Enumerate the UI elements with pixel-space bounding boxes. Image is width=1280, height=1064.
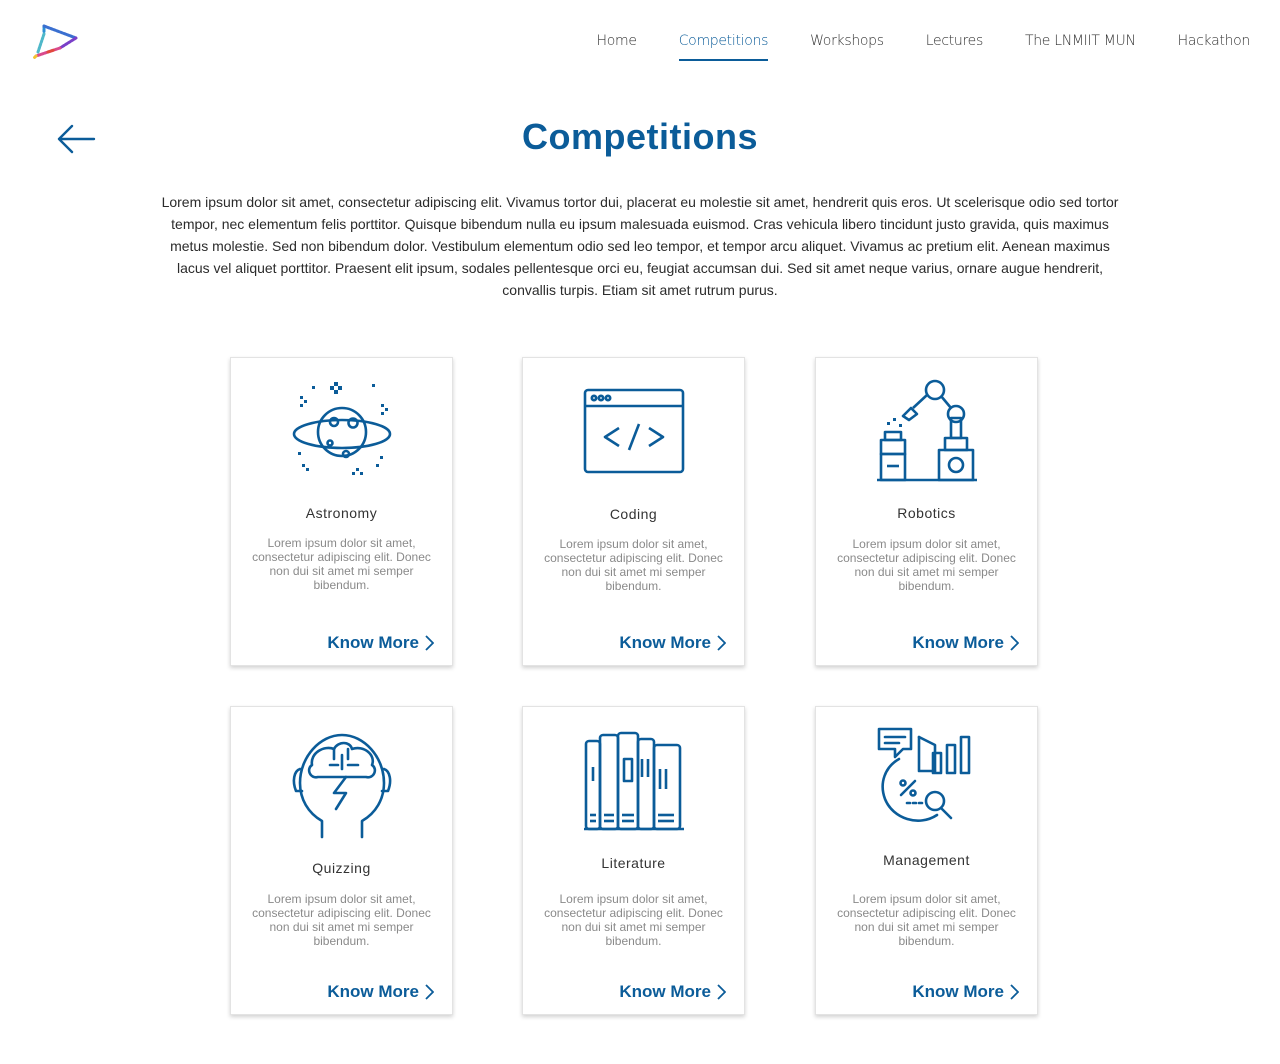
nav-competitions[interactable]: Competitions: [658, 30, 789, 61]
card-title: Management: [883, 852, 970, 868]
nav-home[interactable]: Home: [576, 30, 658, 61]
know-more-label: Know More: [327, 633, 419, 652]
chevron-right-icon: [1010, 984, 1019, 1000]
card-astronomy[interactable]: Astronomy Lorem ipsum dolor sit amet, co…: [230, 357, 453, 666]
card-description: Lorem ipsum dolor sit amet, consectetur …: [837, 892, 1016, 948]
site-logo[interactable]: [30, 22, 82, 60]
books-icon: [583, 731, 684, 831]
chevron-right-icon: [1010, 635, 1019, 651]
know-more-label: Know More: [912, 633, 1004, 652]
page-title: Competitions: [522, 116, 758, 157]
card-title: Literature: [601, 855, 666, 871]
know-more-label: Know More: [912, 982, 1004, 1001]
card-quizzing[interactable]: Quizzing Lorem ipsum dolor sit amet, con…: [230, 706, 453, 1015]
card-robotics[interactable]: Robotics Lorem ipsum dolor sit amet, con…: [815, 357, 1038, 666]
card-title: Astronomy: [305, 505, 378, 521]
card-coding[interactable]: Coding Lorem ipsum dolor sit amet, conse…: [522, 357, 745, 666]
card-title: Quizzing: [312, 860, 371, 876]
know-more-link[interactable]: Know More: [619, 633, 726, 653]
nav-workshops[interactable]: Workshops: [789, 30, 905, 61]
know-more-label: Know More: [619, 633, 711, 652]
page-intro: Lorem ipsum dolor sit amet, consectetur …: [161, 194, 1119, 298]
know-more-label: Know More: [327, 982, 419, 1001]
chevron-right-icon: [425, 984, 434, 1000]
chevron-right-icon: [425, 635, 434, 651]
know-more-link[interactable]: Know More: [327, 982, 434, 1002]
nav-hackathon[interactable]: Hackathon: [1157, 30, 1251, 61]
know-more-link[interactable]: Know More: [912, 982, 1019, 1002]
nav-lectures[interactable]: Lectures: [905, 30, 1004, 61]
card-literature[interactable]: Literature Lorem ipsum dolor sit amet, c…: [522, 706, 745, 1015]
card-description: Lorem ipsum dolor sit amet, consectetur …: [544, 892, 723, 948]
know-more-link[interactable]: Know More: [912, 633, 1019, 653]
card-description: Lorem ipsum dolor sit amet, consectetur …: [252, 892, 431, 948]
chevron-right-icon: [717, 635, 726, 651]
analytics-icon: [877, 727, 970, 822]
chevron-right-icon: [717, 984, 726, 1000]
robot-arm-icon: [876, 379, 977, 482]
card-title: Robotics: [897, 505, 956, 521]
planet-icon: [292, 382, 391, 475]
know-more-link[interactable]: Know More: [327, 633, 434, 653]
code-window-icon: [583, 388, 684, 474]
card-description: Lorem ipsum dolor sit amet, consectetur …: [837, 537, 1016, 593]
card-management[interactable]: Management Lorem ipsum dolor sit amet, c…: [815, 706, 1038, 1015]
know-more-label: Know More: [619, 982, 711, 1001]
card-title: Coding: [609, 506, 658, 522]
know-more-link[interactable]: Know More: [619, 982, 726, 1002]
brain-head-icon: [292, 733, 391, 839]
main-nav: Home Competitions Workshops Lectures The…: [576, 30, 1250, 61]
card-description: Lorem ipsum dolor sit amet, consectetur …: [544, 537, 723, 593]
nav-lnmiit-mun[interactable]: The LNMIIT MUN: [1004, 30, 1157, 61]
card-description: Lorem ipsum dolor sit amet, consectetur …: [252, 536, 431, 592]
